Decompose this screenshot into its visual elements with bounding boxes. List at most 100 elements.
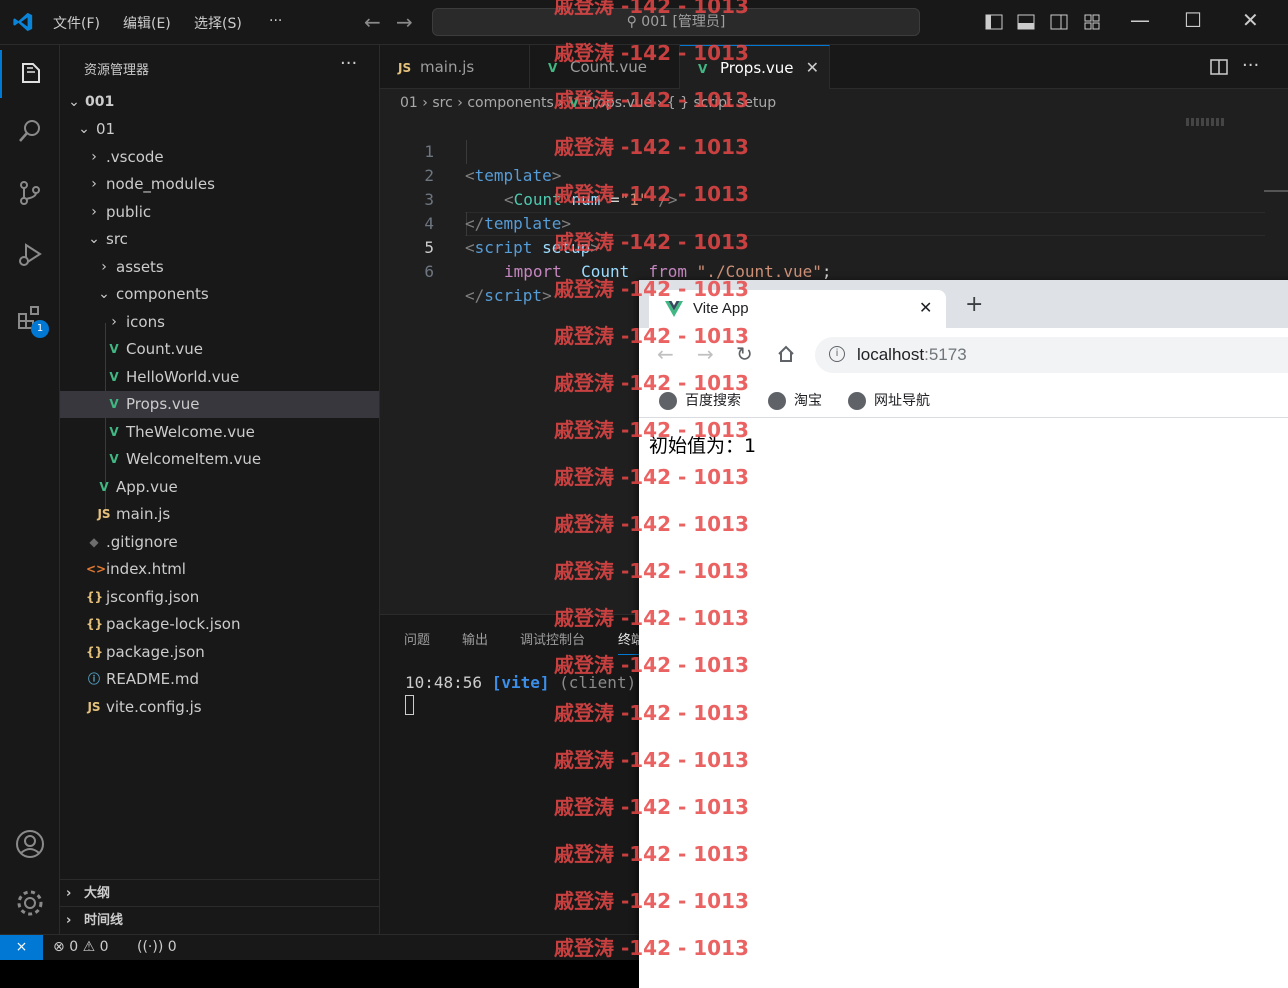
new-tab-icon[interactable]: + — [965, 294, 983, 316]
back-arrow-icon[interactable]: ← — [657, 342, 674, 366]
globe-icon — [848, 392, 866, 410]
ports-status[interactable]: ((·)) 0 — [137, 939, 177, 955]
tree-item[interactable]: › icons — [60, 309, 379, 336]
forward-arrow-icon[interactable]: → — [396, 10, 413, 34]
vue-file-icon: V — [99, 479, 109, 494]
tree-item[interactable]: V Props.vue — [60, 391, 379, 418]
breadcrumb-item[interactable]: { } script setup — [667, 95, 776, 111]
browser-tab[interactable]: Vite App ✕ — [649, 290, 946, 328]
tree-item[interactable]: ⌄ 01 — [60, 116, 379, 143]
tree-item[interactable]: <> index.html — [60, 556, 379, 583]
chevron-down-icon: ⌄ — [68, 94, 80, 110]
panel-tab-debug-console[interactable]: 调试控制台 — [520, 629, 585, 648]
initial-value-text: 初始值为：1 — [649, 435, 757, 457]
command-center-label: 001 [管理员] — [641, 14, 726, 30]
menu-edit[interactable]: 编辑(E) — [123, 13, 171, 33]
bookmark-taobao[interactable]: 淘宝 — [768, 390, 822, 410]
outline-section[interactable]: › 大纲 — [60, 879, 379, 906]
terminal-output[interactable]: 10:48:56 [vite] (client) h — [405, 673, 655, 692]
account-icon[interactable] — [0, 820, 60, 868]
menu-more[interactable]: ··· — [269, 13, 282, 29]
toggle-secondary-sidebar-icon[interactable] — [1050, 13, 1068, 31]
bookmark-nav[interactable]: 网址导航 — [848, 390, 930, 410]
tree-item-label: README.md — [106, 670, 200, 688]
tree-item[interactable]: › assets — [60, 254, 379, 281]
toggle-panel-icon[interactable] — [1017, 13, 1035, 31]
bookmark-baidu[interactable]: 百度搜索 — [659, 390, 741, 410]
tree-item[interactable]: V WelcomeItem.vue — [60, 446, 379, 473]
tree-item[interactable]: V App.vue — [60, 474, 379, 501]
chevron-right-icon: › — [91, 176, 97, 192]
breadcrumb-item[interactable]: Props.vue — [584, 95, 653, 111]
tree-item[interactable]: › node_modules — [60, 171, 379, 198]
tree-item[interactable]: ⌄ src — [60, 226, 379, 253]
editor-more-icon[interactable]: ··· — [1242, 55, 1259, 76]
tree-item[interactable]: › .vscode — [60, 144, 379, 171]
more-actions-icon[interactable]: ··· — [340, 53, 357, 74]
tree-item[interactable]: ⓘ README.md — [60, 666, 379, 693]
breadcrumb-item[interactable]: 01 — [400, 95, 418, 111]
site-info-icon[interactable]: i — [829, 346, 845, 362]
tree-item[interactable]: JS vite.config.js — [60, 694, 379, 721]
forward-arrow-icon[interactable]: → — [697, 342, 714, 366]
reload-icon[interactable]: ↻ — [736, 342, 753, 366]
tree-item[interactable]: JS main.js — [60, 501, 379, 528]
run-debug-icon[interactable] — [0, 231, 60, 279]
tree-item[interactable]: {} package.json — [60, 639, 379, 666]
js-file-icon: JS — [97, 507, 111, 521]
source-control-icon[interactable] — [0, 169, 60, 217]
menu-file[interactable]: 文件(F) — [53, 13, 100, 33]
tree-item[interactable]: {} package-lock.json — [60, 611, 379, 638]
command-center[interactable]: ⚲ 001 [管理员] — [432, 8, 920, 36]
problems-status[interactable]: ⊗ 0 ⚠ 0 — [53, 939, 109, 955]
panel-tab-output[interactable]: 输出 — [462, 629, 488, 648]
breadcrumb-item[interactable]: components — [467, 95, 554, 111]
tree-item[interactable]: V HelloWorld.vue — [60, 364, 379, 391]
toggle-sidebar-icon[interactable] — [985, 13, 1003, 31]
vscode-logo-icon — [13, 12, 33, 32]
tab-label: main.js — [420, 58, 475, 76]
minimap[interactable] — [1186, 118, 1226, 126]
remote-indicator-icon[interactable]: ⨯ — [0, 935, 43, 960]
home-icon[interactable] — [777, 345, 795, 363]
tree-item-label: node_modules — [106, 175, 215, 193]
timeline-section[interactable]: › 时间线 — [60, 906, 379, 933]
activity-bar: 1 — [0, 45, 60, 934]
tab-main-js[interactable]: JS main.js — [380, 45, 530, 89]
tree-item[interactable]: ⌄ components — [60, 281, 379, 308]
page-content: 初始值为：1 — [639, 419, 1288, 988]
tree-item[interactable]: ◆ .gitignore — [60, 529, 379, 556]
chevron-right-icon: › — [111, 313, 117, 330]
customize-layout-icon[interactable] — [1083, 13, 1101, 31]
breadcrumb-item[interactable]: src — [432, 95, 452, 111]
settings-gear-icon[interactable] — [0, 879, 60, 927]
tab-props-vue[interactable]: V Props.vue ✕ — [680, 45, 830, 89]
browser-toolbar: ← → ↻ i localhost:5173 — [639, 328, 1288, 384]
explorer-icon[interactable] — [0, 50, 60, 98]
back-arrow-icon[interactable]: ← — [364, 10, 381, 34]
search-icon[interactable] — [0, 107, 60, 155]
extensions-badge: 1 — [31, 320, 49, 338]
tree-item[interactable]: {} jsconfig.json — [60, 584, 379, 611]
minimize-icon[interactable]: — — [1130, 8, 1150, 32]
breadcrumb: 01 › src › components › V Props.vue › { … — [400, 95, 777, 111]
maximize-icon[interactable]: ☐ — [1184, 8, 1202, 32]
tab-count-vue[interactable]: V Count.vue — [530, 45, 680, 89]
menu-selection[interactable]: 选择(S) — [194, 13, 242, 33]
vue-file-icon: V — [548, 61, 558, 75]
close-tab-icon[interactable]: ✕ — [806, 46, 819, 90]
json-file-icon: {} — [86, 589, 104, 604]
code-line: 4 <script setup> — [424, 214, 600, 257]
tree-item[interactable]: › public — [60, 199, 379, 226]
tree-item-label: icons — [126, 312, 165, 331]
close-tab-icon[interactable]: ✕ — [919, 298, 932, 317]
extensions-icon[interactable]: 1 — [0, 293, 60, 341]
tree-root[interactable]: ⌄ 001 — [60, 89, 379, 116]
split-editor-icon[interactable] — [1210, 58, 1228, 76]
tree-item[interactable]: V Count.vue — [60, 336, 379, 363]
panel-tab-problems[interactable]: 问题 — [404, 629, 430, 648]
tree-item-label: .gitignore — [106, 532, 178, 551]
close-window-icon[interactable]: ✕ — [1242, 8, 1259, 32]
address-bar[interactable]: i localhost:5173 — [815, 337, 1288, 373]
tree-item[interactable]: V TheWelcome.vue — [60, 419, 379, 446]
